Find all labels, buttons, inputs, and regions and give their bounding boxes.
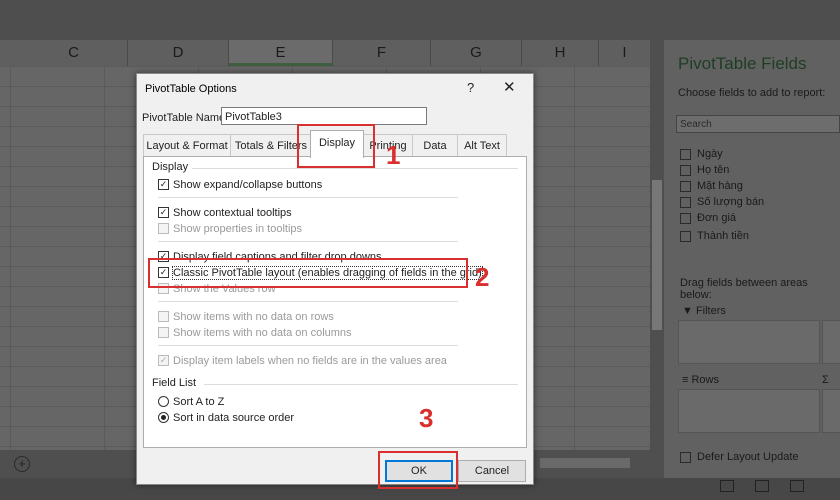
help-icon[interactable]: ? [467,80,474,95]
items-no-data-columns-option[interactable]: Show items with no data on columns [158,326,352,339]
checkbox-disabled-checked[interactable]: ✓ [158,354,169,366]
checkbox-disabled[interactable] [158,222,169,234]
values-area[interactable] [822,389,840,433]
items-no-data-rows-option[interactable]: Show items with no data on rows [158,310,334,323]
tab-display[interactable]: Display [310,130,364,158]
show-tooltips-option[interactable]: ✓ Show contextual tooltips [158,206,292,219]
column-header-h[interactable]: H [522,40,599,66]
annotation-box-ok-button [378,451,458,489]
pane-title: PivotTable Fields [678,54,807,73]
tab-data[interactable]: Data [412,134,458,157]
add-sheet-icon[interactable]: + [14,456,30,472]
section-divider [204,384,518,385]
ribbon-area [0,0,840,40]
column-header-g[interactable]: G [431,40,522,66]
checkbox-disabled[interactable] [158,326,169,338]
sort-a-to-z-option[interactable]: Sort A to Z [158,395,224,408]
column-header-corner[interactable] [0,40,21,66]
column-header-e[interactable]: E [229,40,333,66]
radio-unselected[interactable] [158,395,169,407]
dialog-title: PivotTable Options [145,83,237,95]
defer-checkbox[interactable] [680,451,691,463]
close-icon[interactable]: ✕ [503,78,516,96]
tab-alt-text[interactable]: Alt Text [457,134,507,157]
sort-source-order-option[interactable]: Sort in data source order [158,411,294,424]
vertical-scroll-thumb[interactable] [652,180,662,330]
item-labels-option[interactable]: ✓ Display item labels when no fields are … [158,354,447,367]
pivottable-name-input[interactable]: PivotTable3 [221,107,427,125]
section-divider [192,168,518,169]
columns-area[interactable] [822,320,840,364]
option-divider [158,241,458,242]
field-item[interactable]: Thành tiền [680,230,749,244]
field-list-section-label: Field List [152,377,197,389]
defer-layout-update[interactable]: Defer Layout Update [680,451,799,463]
filters-area[interactable] [678,320,820,364]
annotation-number-3: 3 [419,403,434,433]
column-header-f[interactable]: F [333,40,431,66]
option-divider [158,345,458,346]
column-header-i[interactable]: I [599,40,651,66]
normal-view-icon[interactable] [720,480,734,492]
show-expand-collapse-option[interactable]: ✓ Show expand/collapse buttons [158,178,322,191]
rows-area-label: ≡ Rows [682,374,719,386]
column-header-d[interactable]: D [128,40,229,66]
filters-area-label: ▼ Filters [682,305,726,317]
annotation-box-classic-layout [148,258,468,288]
values-sigma-icon: Σ [822,374,829,386]
display-tab-panel: Display ✓ Show expand/collapse buttons ✓ S… [143,156,527,448]
annotation-number-1: 1 [386,140,401,170]
checkbox-checked[interactable]: ✓ [158,206,169,218]
radio-selected[interactable] [158,411,169,423]
field-checkbox[interactable] [680,180,691,192]
cancel-button[interactable]: Cancel [458,460,526,482]
field-item[interactable]: Họ tên [680,164,729,178]
page-break-view-icon[interactable] [790,480,804,492]
option-divider [158,301,458,302]
field-item[interactable]: Mặt hàng [680,180,743,194]
field-checkbox[interactable] [680,164,691,176]
field-checkbox[interactable] [680,196,691,208]
page-layout-view-icon[interactable] [755,480,769,492]
pane-subtitle: Choose fields to add to report: [678,87,826,99]
annotation-number-2: 2 [475,262,490,292]
rows-icon: ≡ [682,374,689,386]
pivottable-name-label: PivotTable Name: [142,112,229,124]
horizontal-scroll-thumb[interactable] [540,458,630,468]
field-item[interactable]: Số lượng bán [680,196,764,210]
show-properties-option[interactable]: Show properties in tooltips [158,222,302,235]
tab-layout-format[interactable]: Layout & Format [143,134,231,157]
checkbox-checked[interactable]: ✓ [158,178,169,190]
filter-icon: ▼ [682,305,693,317]
field-checkbox[interactable] [680,230,691,242]
field-checkbox[interactable] [680,212,691,224]
rows-area[interactable] [678,389,820,433]
field-checkbox[interactable] [680,148,691,160]
field-search-input[interactable]: Search [676,115,840,133]
checkbox-disabled[interactable] [158,310,169,322]
column-header-c[interactable]: C [20,40,128,66]
field-item[interactable]: Ngày [680,148,723,162]
option-divider [158,197,458,198]
field-item[interactable]: Đơn giá [680,212,736,226]
drag-areas-label: Drag fields between areas below: [680,277,808,301]
display-section-label: Display [152,161,189,173]
